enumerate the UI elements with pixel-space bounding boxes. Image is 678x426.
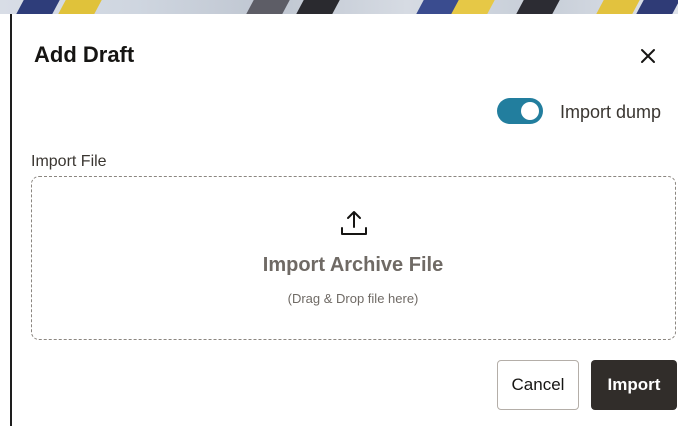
- import-file-label: Import File: [31, 153, 107, 170]
- background-strip: [0, 0, 678, 14]
- close-button[interactable]: [636, 44, 660, 68]
- import-button[interactable]: Import: [591, 360, 677, 410]
- dialog-title: Add Draft: [34, 42, 135, 67]
- cancel-button[interactable]: Cancel: [497, 360, 579, 410]
- toggle-knob: [521, 102, 539, 120]
- upload-icon: [339, 208, 369, 238]
- drop-zone-subtitle: (Drag & Drop file here): [287, 291, 419, 306]
- import-dump-toggle[interactable]: [497, 98, 543, 124]
- dialog-left-border: [10, 14, 12, 426]
- drop-zone-title: Import Archive File: [262, 254, 444, 276]
- import-dump-label: Import dump: [560, 102, 662, 122]
- close-icon: [641, 49, 655, 63]
